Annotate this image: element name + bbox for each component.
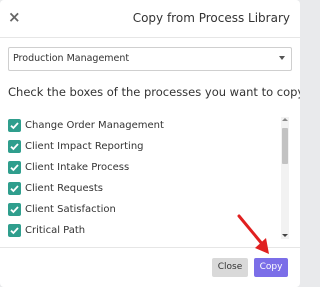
list-item-label: Change Order Management [25,120,164,131]
close-button[interactable]: Close [212,258,248,277]
list-item[interactable]: Change Order Management [8,119,278,135]
list-item-label: Client Satisfaction [25,204,116,215]
list-item-label: Client Requests [25,183,103,194]
checkbox-checked[interactable] [8,161,21,174]
copy-process-dialog: × Copy from Process Library Production M… [0,0,300,287]
checkbox-checked[interactable] [8,119,21,132]
scroll-up-icon[interactable] [282,118,288,121]
copy-button[interactable]: Copy [254,258,288,277]
list-item[interactable]: Client Requests [8,182,278,198]
scroll-thumb[interactable] [282,128,288,164]
instructions-text: Check the boxes of the processes you wan… [8,85,300,99]
checkmark-icon [10,143,19,151]
library-select-value: Production Management [13,53,130,64]
list-scrollbar[interactable] [281,117,289,239]
checkmark-icon [10,206,19,214]
annotation-arrow-icon [237,214,269,254]
checkmark-icon [10,122,19,130]
close-icon[interactable]: × [8,10,21,25]
dialog-header: × Copy from Process Library [0,0,300,38]
list-item-label: Client Intake Process [25,162,130,173]
dialog-title: Copy from Process Library [132,11,290,25]
checkbox-checked[interactable] [8,224,21,237]
checkmark-icon [10,164,19,172]
list-item[interactable]: Client Intake Process [8,161,278,177]
checkmark-icon [10,185,19,193]
library-select[interactable]: Production Management [8,47,292,71]
header-divider [0,37,300,38]
checkbox-checked[interactable] [8,182,21,195]
list-item-label: Client Impact Reporting [25,141,144,152]
caret-down-icon [279,56,285,60]
scroll-down-icon[interactable] [282,234,288,237]
list-item[interactable]: Client Impact Reporting [8,140,278,156]
checkbox-checked[interactable] [8,203,21,216]
checkbox-checked[interactable] [8,140,21,153]
list-item-label: Critical Path [25,225,86,236]
checkmark-icon [10,227,19,235]
